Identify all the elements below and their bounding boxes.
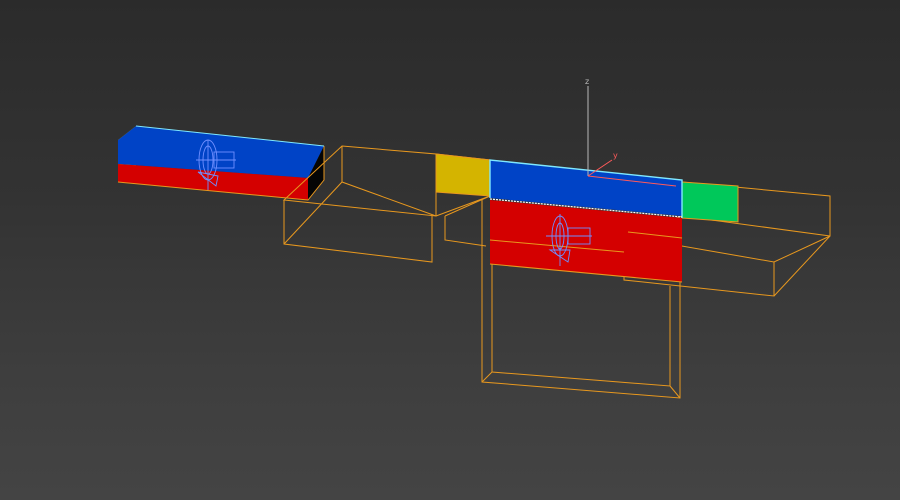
green-face-right[interactable] xyxy=(681,181,739,223)
scene-canvas[interactable]: z y xyxy=(0,0,900,500)
axis-y-label: y xyxy=(613,151,618,160)
transform-axis-icon: z y xyxy=(585,77,677,187)
3d-viewport[interactable]: z y xyxy=(0,0,900,500)
axis-z-label: z xyxy=(585,77,589,86)
yellow-face-center[interactable] xyxy=(435,153,491,197)
center-colored-block[interactable] xyxy=(489,159,683,283)
left-colored-block[interactable] xyxy=(117,125,325,201)
